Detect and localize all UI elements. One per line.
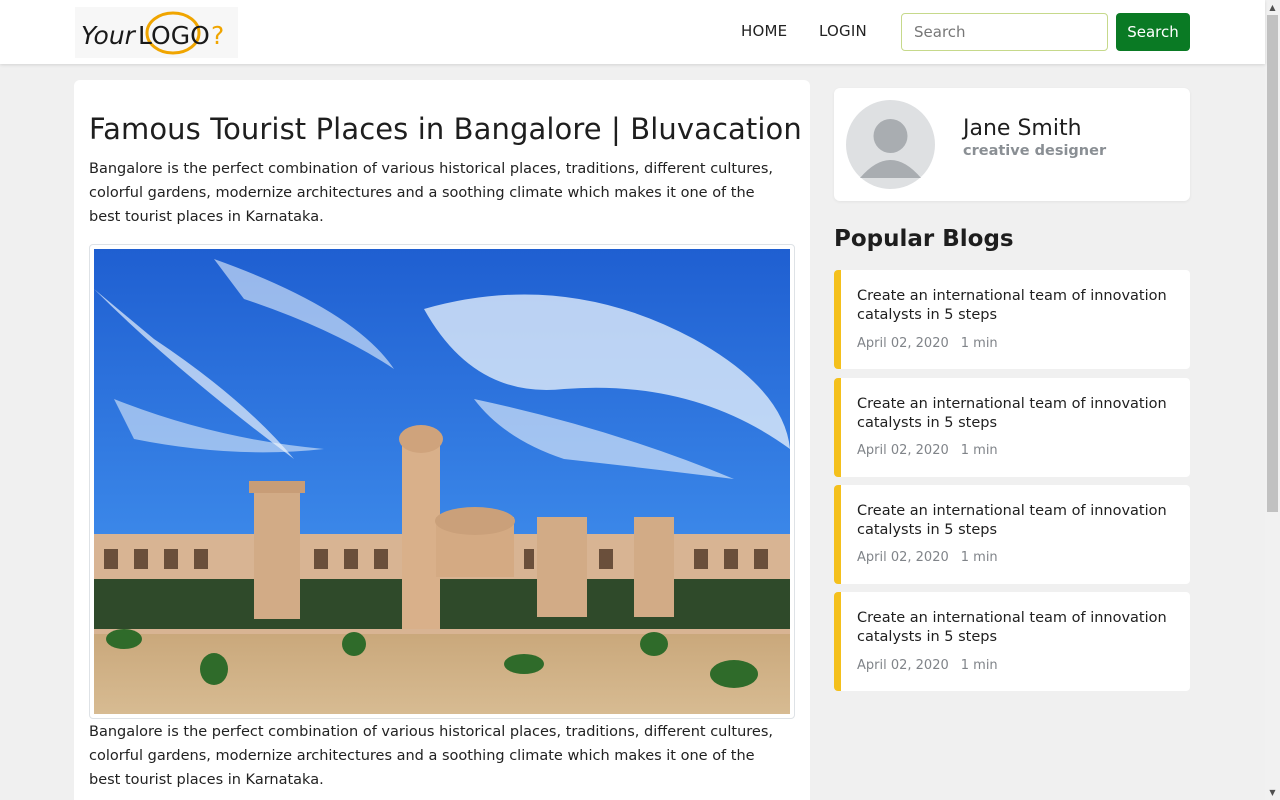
article-card: Famous Tourist Places in Bangalore | Blu… [74,80,810,800]
site-logo[interactable]: Your LOGO ? [75,7,238,58]
logo-mark: ? [211,21,224,50]
blog-date: April 02, 2020 [857,336,949,351]
blog-meta: April 02, 2020 1 min [857,443,998,458]
popular-blogs-heading: Popular Blogs [834,226,1014,252]
blog-meta: April 02, 2020 1 min [857,658,998,673]
nav-login-link[interactable]: LOGIN [819,22,867,40]
chevron-up-icon[interactable]: ▲ [1265,0,1280,15]
search-button[interactable]: Search [1116,13,1190,51]
nav-home-link[interactable]: HOME [741,22,787,40]
logo-your: Your [81,21,137,50]
blog-card[interactable]: Create an international team of innovati… [834,485,1190,584]
blog-date: April 02, 2020 [857,443,949,458]
blog-title[interactable]: Create an international team of innovati… [857,502,1187,540]
blog-card[interactable]: Create an international team of innovati… [834,378,1190,477]
article-title: Famous Tourist Places in Bangalore | Blu… [89,112,802,146]
scrollbar-thumb[interactable] [1267,15,1278,512]
blog-meta: April 02, 2020 1 min [857,550,998,565]
navbar: Your LOGO ? HOME LOGIN Search [0,0,1265,64]
blog-read-time: 1 min [960,443,998,458]
blog-title[interactable]: Create an international team of innovati… [857,395,1187,433]
profile-role: creative designer [963,143,1107,159]
blog-title[interactable]: Create an international team of innovati… [857,609,1187,647]
page-scrollbar[interactable]: ▲ ▼ [1265,0,1280,800]
blog-read-time: 1 min [960,658,998,673]
article-image-frame [89,244,795,719]
logo-logo: LOGO [138,21,210,50]
blog-title[interactable]: Create an international team of innovati… [857,287,1187,325]
blog-read-time: 1 min [960,550,998,565]
blog-card[interactable]: Create an international team of innovati… [834,270,1190,369]
blog-read-time: 1 min [960,336,998,351]
article-outro-text: Bangalore is the perfect combination of … [89,724,773,788]
search-input[interactable] [901,13,1108,51]
user-avatar-icon [846,100,935,189]
blog-meta: April 02, 2020 1 min [857,336,998,351]
profile-card: Jane Smith creative designer [834,88,1190,201]
blog-date: April 02, 2020 [857,550,949,565]
blog-card[interactable]: Create an international team of innovati… [834,592,1190,691]
bangalore-palace-image [94,249,790,714]
chevron-down-icon[interactable]: ▼ [1265,785,1280,800]
blog-date: April 02, 2020 [857,658,949,673]
article-intro-text: Bangalore is the perfect combination of … [89,161,773,225]
profile-name: Jane Smith [963,116,1082,141]
logo-graphic: Your LOGO ? [81,11,224,55]
